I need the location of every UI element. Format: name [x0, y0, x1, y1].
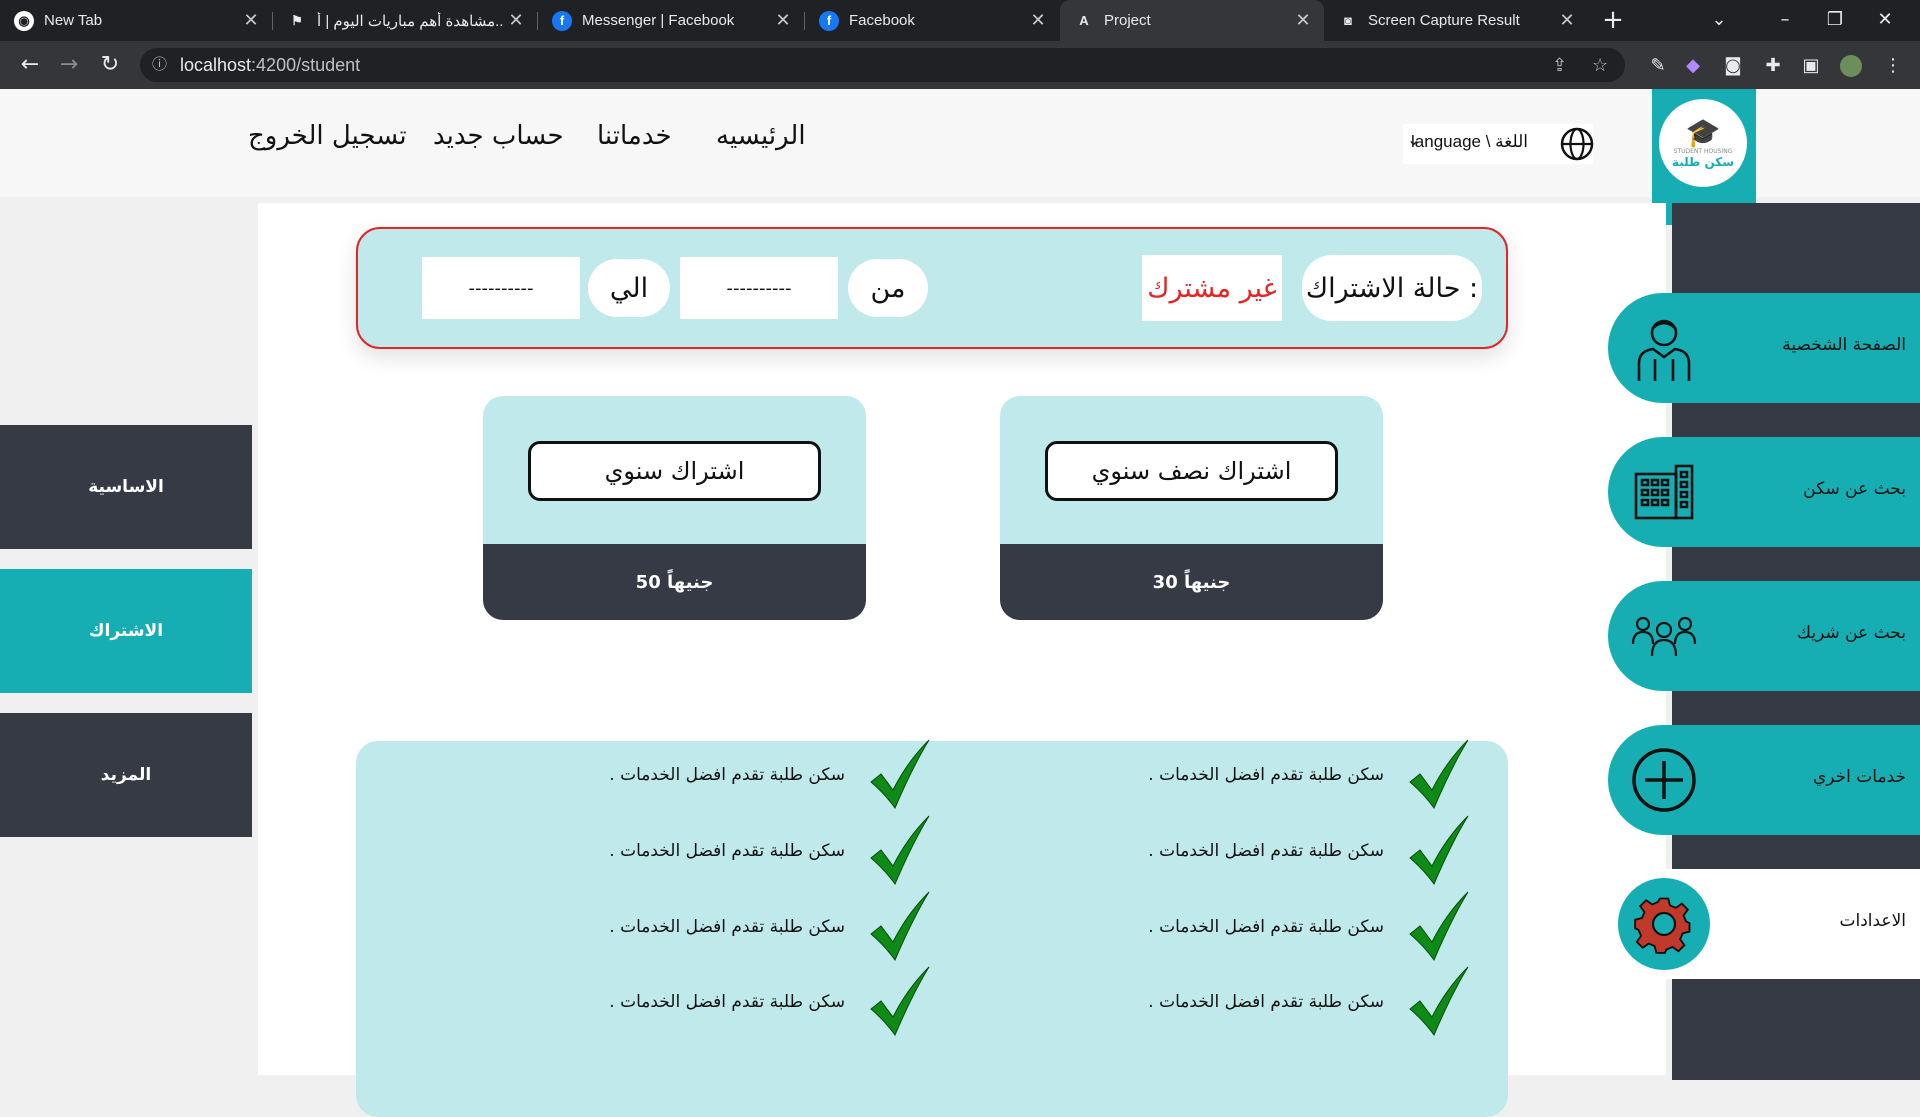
camera-icon: ◙ — [1344, 13, 1352, 28]
tab-project[interactable]: A Project ✕ — [1060, 0, 1324, 41]
angular-icon: A — [1079, 13, 1089, 28]
new-tab-button[interactable]: + — [1598, 5, 1628, 35]
minimize-button[interactable]: – — [1760, 0, 1810, 41]
close-tab-icon[interactable]: ✕ — [238, 10, 264, 31]
feature-item: سكن طلبة تقدم افضل الخدمات . — [1148, 814, 1472, 888]
close-tab-icon[interactable]: ✕ — [1025, 10, 1051, 31]
browser-tab-strip: ◉ New Tab ✕ ⚑ مشاهدة أهم مباريات اليوم |… — [0, 0, 1920, 41]
tab-screen-capture[interactable]: ◙ Screen Capture Result ✕ — [1324, 0, 1588, 41]
extension-shape-icon[interactable]: ◆ — [1682, 55, 1704, 77]
checkmark-icon — [870, 739, 930, 810]
puzzle-icon[interactable]: ✚ — [1762, 55, 1784, 77]
camera-extension-icon[interactable]: ◙ — [1722, 55, 1744, 77]
site-info-icon[interactable]: ⓘ — [152, 48, 172, 82]
chrome-icon: ◉ — [14, 10, 34, 31]
restore-button[interactable]: ❐ — [1810, 0, 1860, 41]
back-icon[interactable]: ← — [16, 51, 44, 79]
address-bar: ← → ↻ ⓘ localhost:4200/student ⇪ ☆ ✎ ◆ ◙… — [0, 41, 1920, 89]
tab-messenger[interactable]: f Messenger | Facebook ✕ — [538, 0, 804, 41]
share-icon[interactable]: ⇪ — [1552, 48, 1567, 82]
facebook-icon: f — [819, 10, 839, 31]
page: الرئيسيه خدماتنا حساب جديد تسجيل الخروج … — [0, 89, 1920, 1117]
bookmark-star-icon[interactable]: ☆ — [1592, 48, 1608, 82]
close-tab-icon[interactable]: ✕ — [1554, 10, 1580, 31]
close-tab-icon[interactable]: ✕ — [503, 10, 529, 31]
menu-kebab-icon[interactable]: ⋮ — [1882, 55, 1904, 77]
checkmark-icon — [1409, 815, 1469, 886]
close-tab-icon[interactable]: ✕ — [770, 10, 796, 31]
forward-icon[interactable]: → — [55, 51, 83, 79]
site-icon: ⚑ — [291, 12, 303, 28]
extension-pen-icon[interactable]: ✎ — [1647, 55, 1669, 77]
feature-item: سكن طلبة تقدم افضل الخدمات . — [609, 890, 933, 964]
feature-item: سكن طلبة تقدم افضل الخدمات . — [1148, 890, 1472, 964]
url-input[interactable]: ⓘ localhost:4200/student ⇪ ☆ — [140, 48, 1625, 82]
checkmark-icon — [1409, 966, 1469, 1037]
feature-item: سكن طلبة تقدم افضل الخدمات . — [609, 965, 933, 1039]
checkmark-icon — [1409, 891, 1469, 962]
checkmark-icon — [870, 966, 930, 1037]
side-panel-icon[interactable]: ▣ — [1800, 55, 1822, 77]
checkmark-icon — [1409, 739, 1469, 810]
profile-avatar[interactable] — [1840, 55, 1862, 77]
reload-icon[interactable]: ↻ — [96, 51, 124, 79]
tab-facebook[interactable]: f Facebook ✕ — [805, 0, 1059, 41]
feature-item: سكن طلبة تقدم افضل الخدمات . — [1148, 965, 1472, 1039]
checkmark-icon — [870, 815, 930, 886]
tab-new-tab[interactable]: ◉ New Tab ✕ — [0, 0, 272, 41]
feature-item: سكن طلبة تقدم افضل الخدمات . — [609, 814, 933, 888]
feature-item: سكن طلبة تقدم افضل الخدمات . — [609, 738, 933, 812]
close-tab-icon[interactable]: ✕ — [1290, 10, 1316, 31]
tab-matches[interactable]: ⚑ مشاهدة أهم مباريات اليوم | أ... ✕ — [273, 0, 537, 41]
feature-item: سكن طلبة تقدم افضل الخدمات . — [1148, 738, 1472, 812]
tab-search-icon[interactable]: ⌄ — [1694, 0, 1744, 41]
close-window-button[interactable]: ✕ — [1860, 0, 1910, 41]
checkmark-icon — [870, 891, 930, 962]
facebook-icon: f — [552, 10, 572, 31]
